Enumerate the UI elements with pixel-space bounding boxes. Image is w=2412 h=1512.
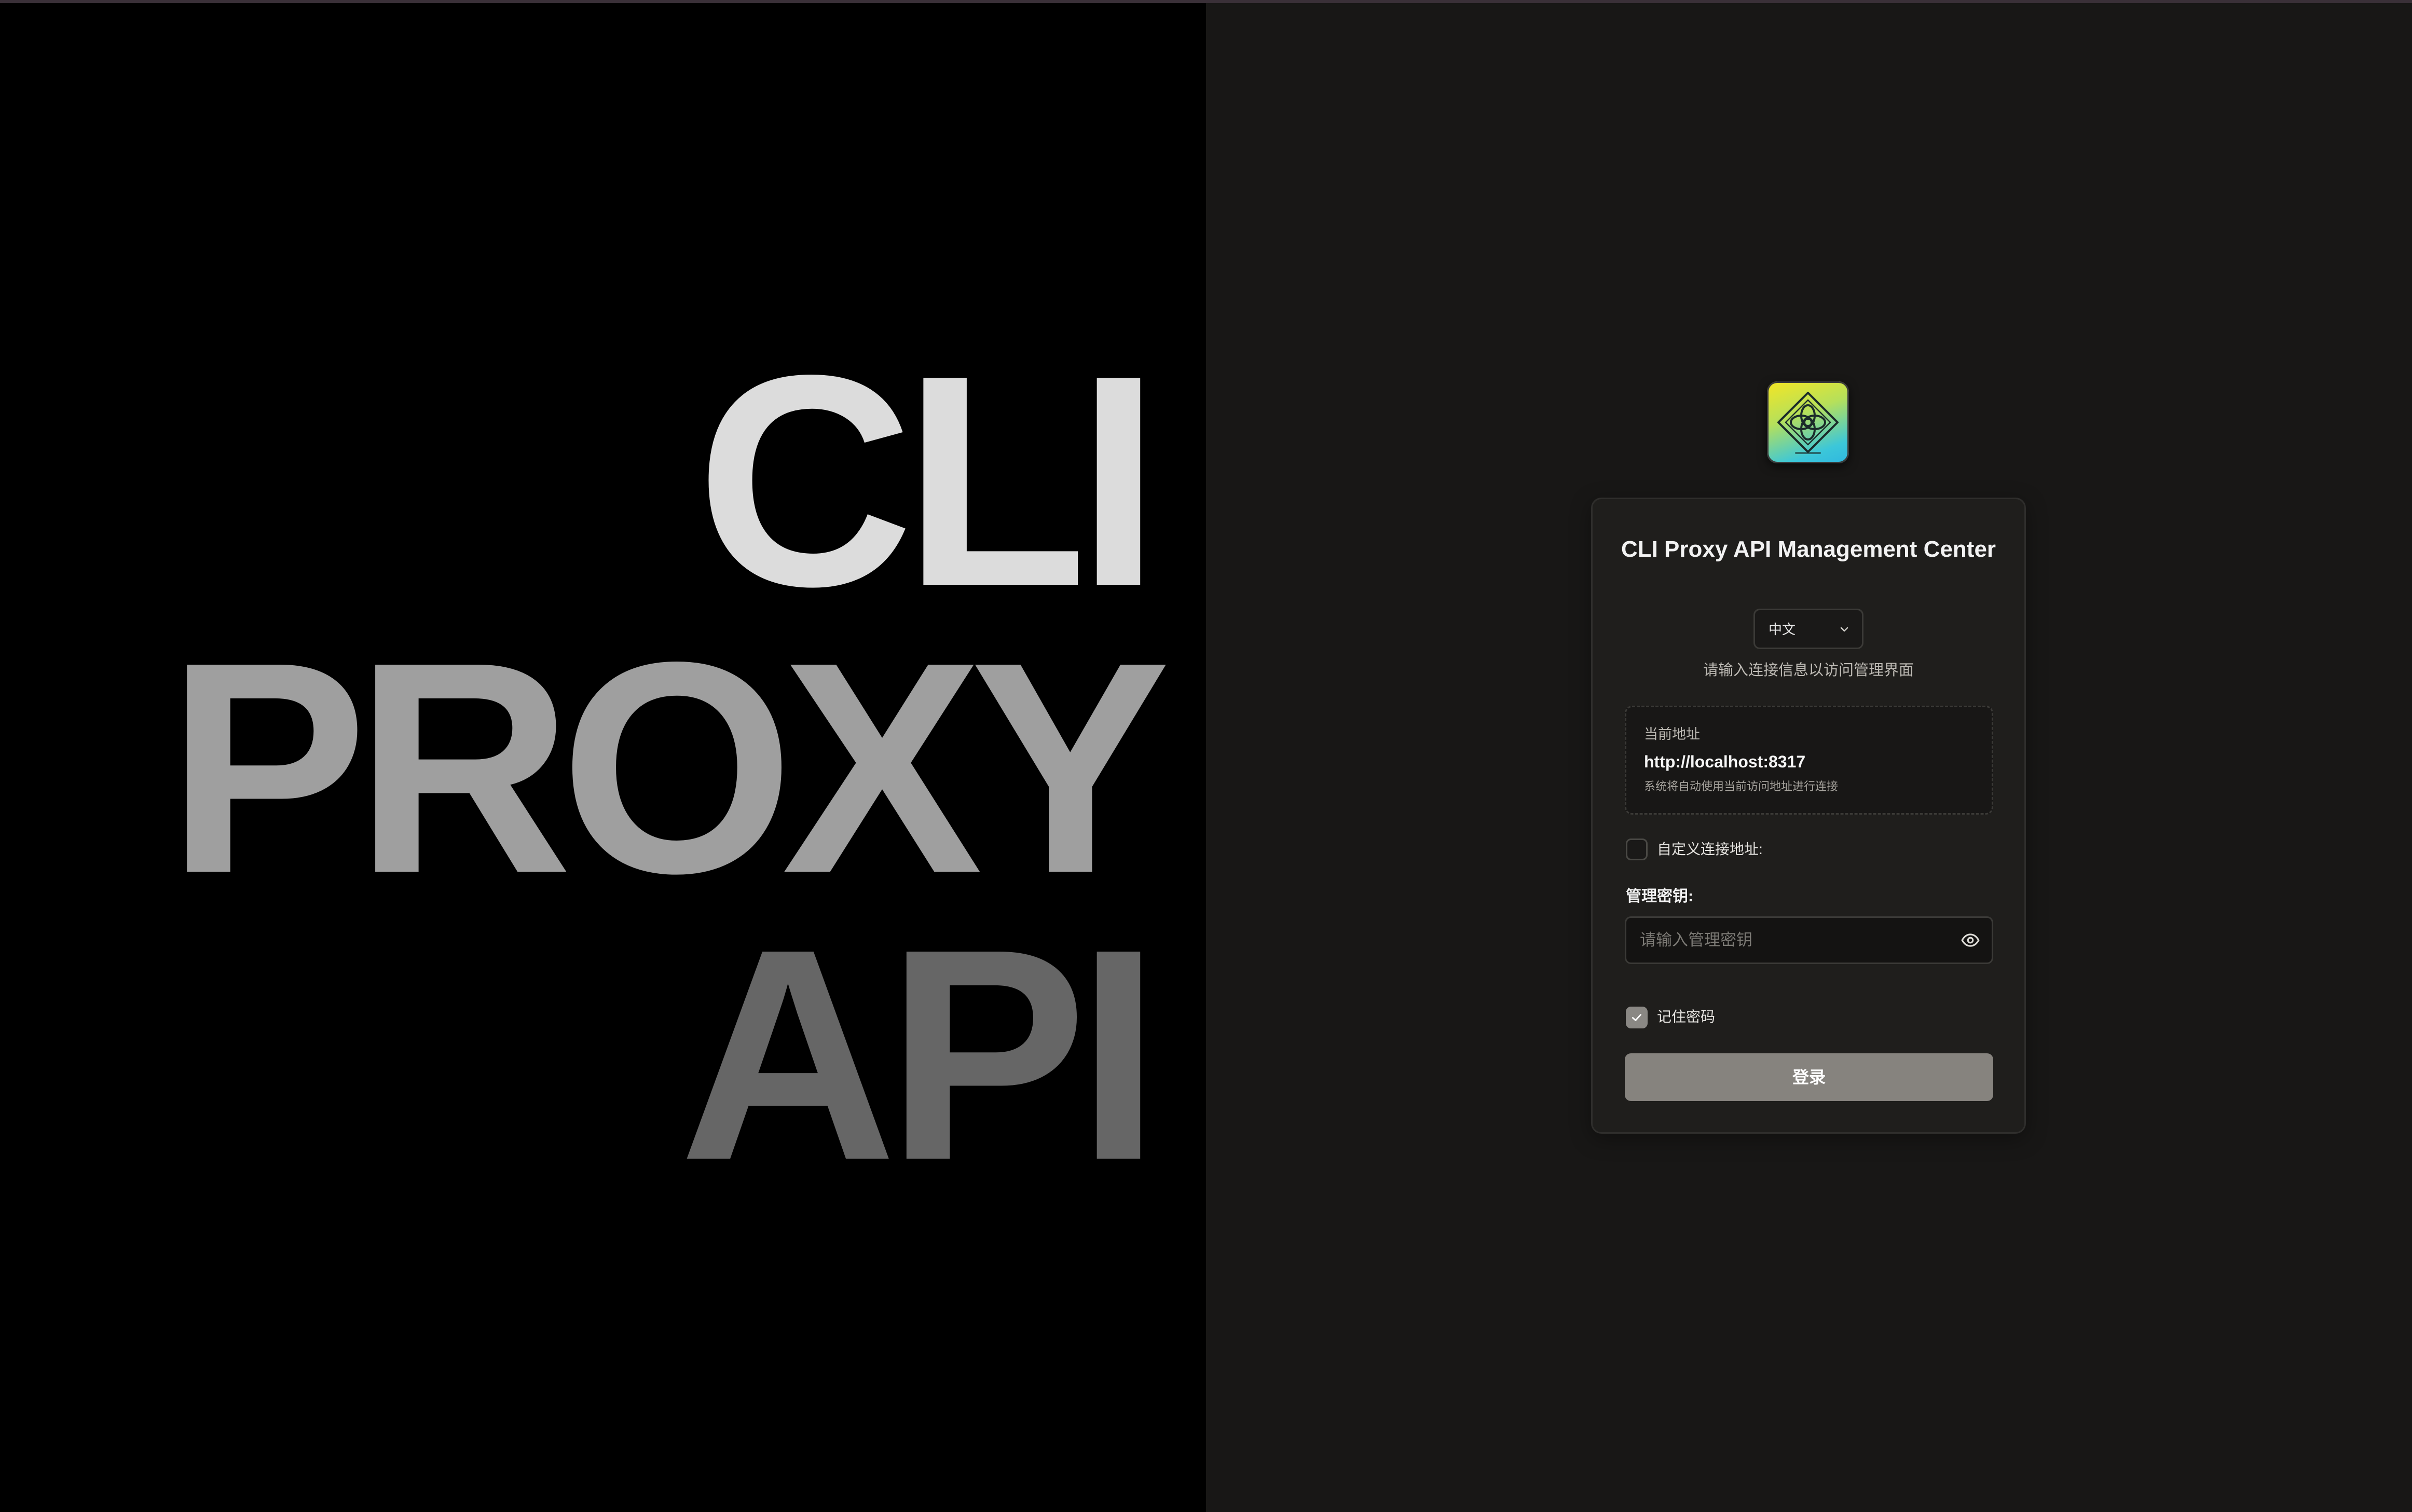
app-logo-icon [1767, 381, 1849, 463]
hero-panel: CLI PROXY API [0, 3, 1206, 1512]
language-select-value: 中文 [1769, 622, 1796, 637]
current-address-value: http://localhost:8317 [1644, 752, 1806, 771]
hero-word-cli: CLI [696, 312, 1160, 649]
language-select[interactable]: 中文 [1753, 609, 1863, 649]
login-card: CLI Proxy API Management Center 中文 请输入连接… [1591, 498, 2026, 1134]
eye-icon[interactable] [1961, 930, 1980, 950]
login-button[interactable]: 登录 [1625, 1053, 1993, 1101]
current-address-hint: 系统将自动使用当前访问地址进行连接 [1644, 780, 1839, 793]
custom-address-checkbox[interactable] [1626, 839, 1648, 860]
management-key-field [1625, 916, 1993, 964]
management-key-label: 管理密钥: [1626, 888, 1693, 905]
hero-word-proxy: PROXY [167, 599, 1171, 936]
custom-address-label[interactable]: 自定义连接地址: [1657, 840, 1763, 859]
current-address-box: 当前地址 http://localhost:8317 系统将自动使用当前访问地址… [1625, 706, 1993, 815]
check-icon [1632, 1014, 1641, 1021]
remember-password-checkbox[interactable] [1626, 1007, 1648, 1028]
remember-password-label[interactable]: 记住密码 [1657, 1007, 1715, 1027]
hero-word-api: API [679, 886, 1160, 1222]
management-key-input[interactable] [1626, 918, 1938, 963]
login-title: CLI Proxy API Management Center [1621, 537, 1996, 562]
chevron-down-icon [1838, 623, 1851, 636]
current-address-label: 当前地址 [1644, 726, 1700, 742]
login-subtitle: 请输入连接信息以访问管理界面 [1703, 662, 1914, 679]
